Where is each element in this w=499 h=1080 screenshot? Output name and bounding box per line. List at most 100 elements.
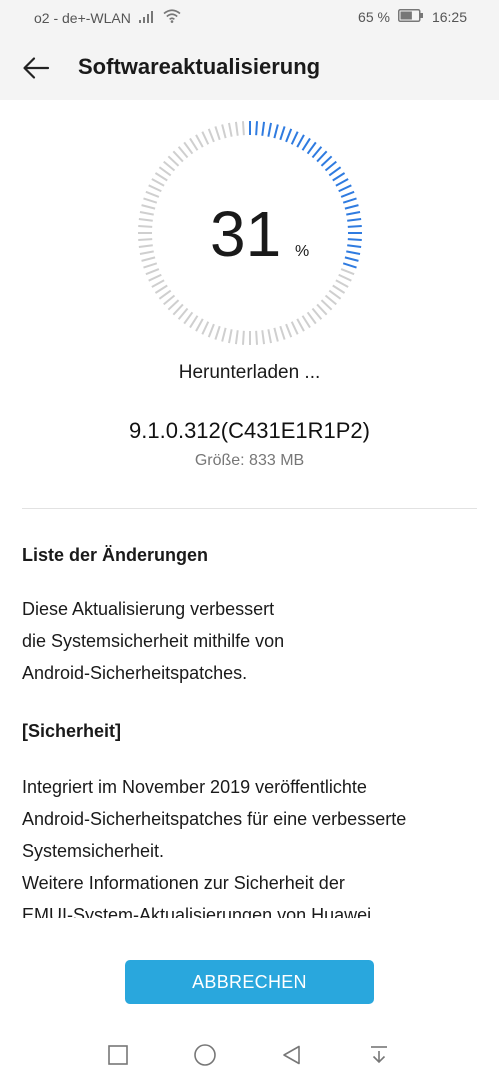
battery-percent: 65 % xyxy=(358,9,390,25)
nav-back-button[interactable] xyxy=(277,1040,307,1070)
progress-tick xyxy=(145,190,160,198)
status-right: 65 % 16:25 xyxy=(358,9,467,25)
cancel-button[interactable]: ABBRECHEN xyxy=(125,960,374,1004)
progress-tick-active xyxy=(346,250,361,255)
top-area: o2 - de+-WLAN 65 % 16:25 Softwareaktuali… xyxy=(0,0,499,100)
progress-tick xyxy=(228,122,233,137)
progress-tick xyxy=(177,307,189,320)
progress-tick xyxy=(141,204,156,210)
progress-tick-active xyxy=(311,146,323,159)
progress-tick-active xyxy=(338,184,352,193)
security-body: Integriert im November 2019 veröffentlic… xyxy=(22,771,482,918)
progress-tick-active xyxy=(306,141,317,155)
progress-tick xyxy=(234,121,239,136)
progress-tick xyxy=(285,323,293,338)
progress-tick xyxy=(189,137,199,151)
progress-tick xyxy=(172,303,184,316)
battery-icon xyxy=(397,9,424,25)
progress-tick xyxy=(151,178,165,187)
progress-tick xyxy=(316,303,328,316)
security-line: Integriert im November 2019 veröffentlic… xyxy=(22,777,367,797)
progress-tick-active xyxy=(346,211,361,216)
progress-tick xyxy=(241,330,245,345)
progress-tick xyxy=(145,268,160,276)
progress-tick xyxy=(273,327,279,342)
progress-tick xyxy=(255,330,259,345)
progress-tick xyxy=(228,329,233,344)
status-bar: o2 - de+-WLAN 65 % 16:25 xyxy=(0,0,499,36)
progress-tick xyxy=(167,155,180,167)
progress-tick-active xyxy=(273,124,279,139)
progress-tick xyxy=(143,262,158,269)
version-label: 9.1.0.312(C431E1R1P2) xyxy=(129,418,370,443)
progress-tick-active xyxy=(347,238,362,242)
progress-tick xyxy=(195,134,204,148)
progress-tick-active xyxy=(285,128,293,143)
progress-tick xyxy=(335,279,349,288)
progress-tick-active xyxy=(324,160,337,172)
progress-tick-active xyxy=(340,190,355,198)
progress-tick xyxy=(207,128,215,143)
progress-tick xyxy=(143,197,158,204)
progress-tick xyxy=(328,289,342,300)
progress-tick xyxy=(290,321,299,335)
progress-tick-active xyxy=(267,122,272,137)
progress-tick xyxy=(177,146,189,159)
progress-tick xyxy=(139,250,154,255)
security-line: EMUI-System-Aktualisierungen von Huawei xyxy=(22,905,372,918)
size-label: Größe: 833 MB xyxy=(194,452,305,469)
status-left: o2 - de+-WLAN xyxy=(34,9,181,26)
progress-tick xyxy=(138,238,153,242)
square-icon xyxy=(108,1045,128,1065)
progress-tick xyxy=(267,329,272,344)
app-bar: Softwareaktualisierung xyxy=(0,36,499,100)
progress-tick xyxy=(148,184,162,193)
progress-tick xyxy=(241,121,245,136)
changelog-intro-line: die Systemsicherheit mithilfe von xyxy=(22,631,285,651)
progress-tick-active xyxy=(255,121,259,136)
progress-tick xyxy=(158,166,172,177)
progress-tick xyxy=(214,325,221,340)
progress-tick xyxy=(172,150,184,163)
progress-tick xyxy=(201,131,210,145)
progress-tick-active xyxy=(261,121,266,136)
progress-tick xyxy=(141,256,156,262)
progress-tick xyxy=(279,325,286,340)
progress-tick-active xyxy=(290,131,299,145)
back-button[interactable] xyxy=(14,48,58,88)
home-button[interactable] xyxy=(190,1040,220,1070)
divider xyxy=(22,508,477,509)
progress-tick xyxy=(201,321,210,335)
progress-tick xyxy=(151,279,165,288)
progress-tick xyxy=(189,315,199,329)
progress-tick-active xyxy=(347,217,362,222)
progress-tick xyxy=(214,126,221,141)
navigation-bar xyxy=(0,1030,499,1080)
changelog-intro-line: Android-Sicherheitspatches. xyxy=(22,663,248,683)
progress-tick xyxy=(138,244,153,249)
progress-tick xyxy=(139,211,154,216)
progress-tick xyxy=(183,311,194,325)
progress-tick xyxy=(320,299,333,311)
notification-pull-button[interactable] xyxy=(364,1040,394,1070)
progress-tick-active xyxy=(342,197,357,204)
progress-tick xyxy=(261,330,266,345)
changelog-heading: Liste der Änderungen xyxy=(22,545,209,565)
signal-icon xyxy=(138,10,155,26)
progress-tick xyxy=(221,124,227,139)
progress-tick xyxy=(234,330,239,345)
arrow-left-icon xyxy=(23,57,50,79)
recent-apps-button[interactable] xyxy=(103,1040,133,1070)
circle-icon xyxy=(194,1044,216,1066)
progress-tick xyxy=(332,284,346,294)
progress-tick-active xyxy=(342,262,357,269)
progress-tick xyxy=(221,327,227,342)
progress-tick xyxy=(311,307,323,320)
progress-tick-active xyxy=(279,126,286,141)
changelog: Liste der Änderungen Diese Aktualisierun… xyxy=(22,543,482,918)
progress-percent-unit: % xyxy=(295,243,310,260)
progress-tick-active xyxy=(316,150,328,163)
progress-tick-active xyxy=(328,166,342,177)
wifi-icon xyxy=(163,9,181,26)
progress-tick xyxy=(183,141,194,155)
